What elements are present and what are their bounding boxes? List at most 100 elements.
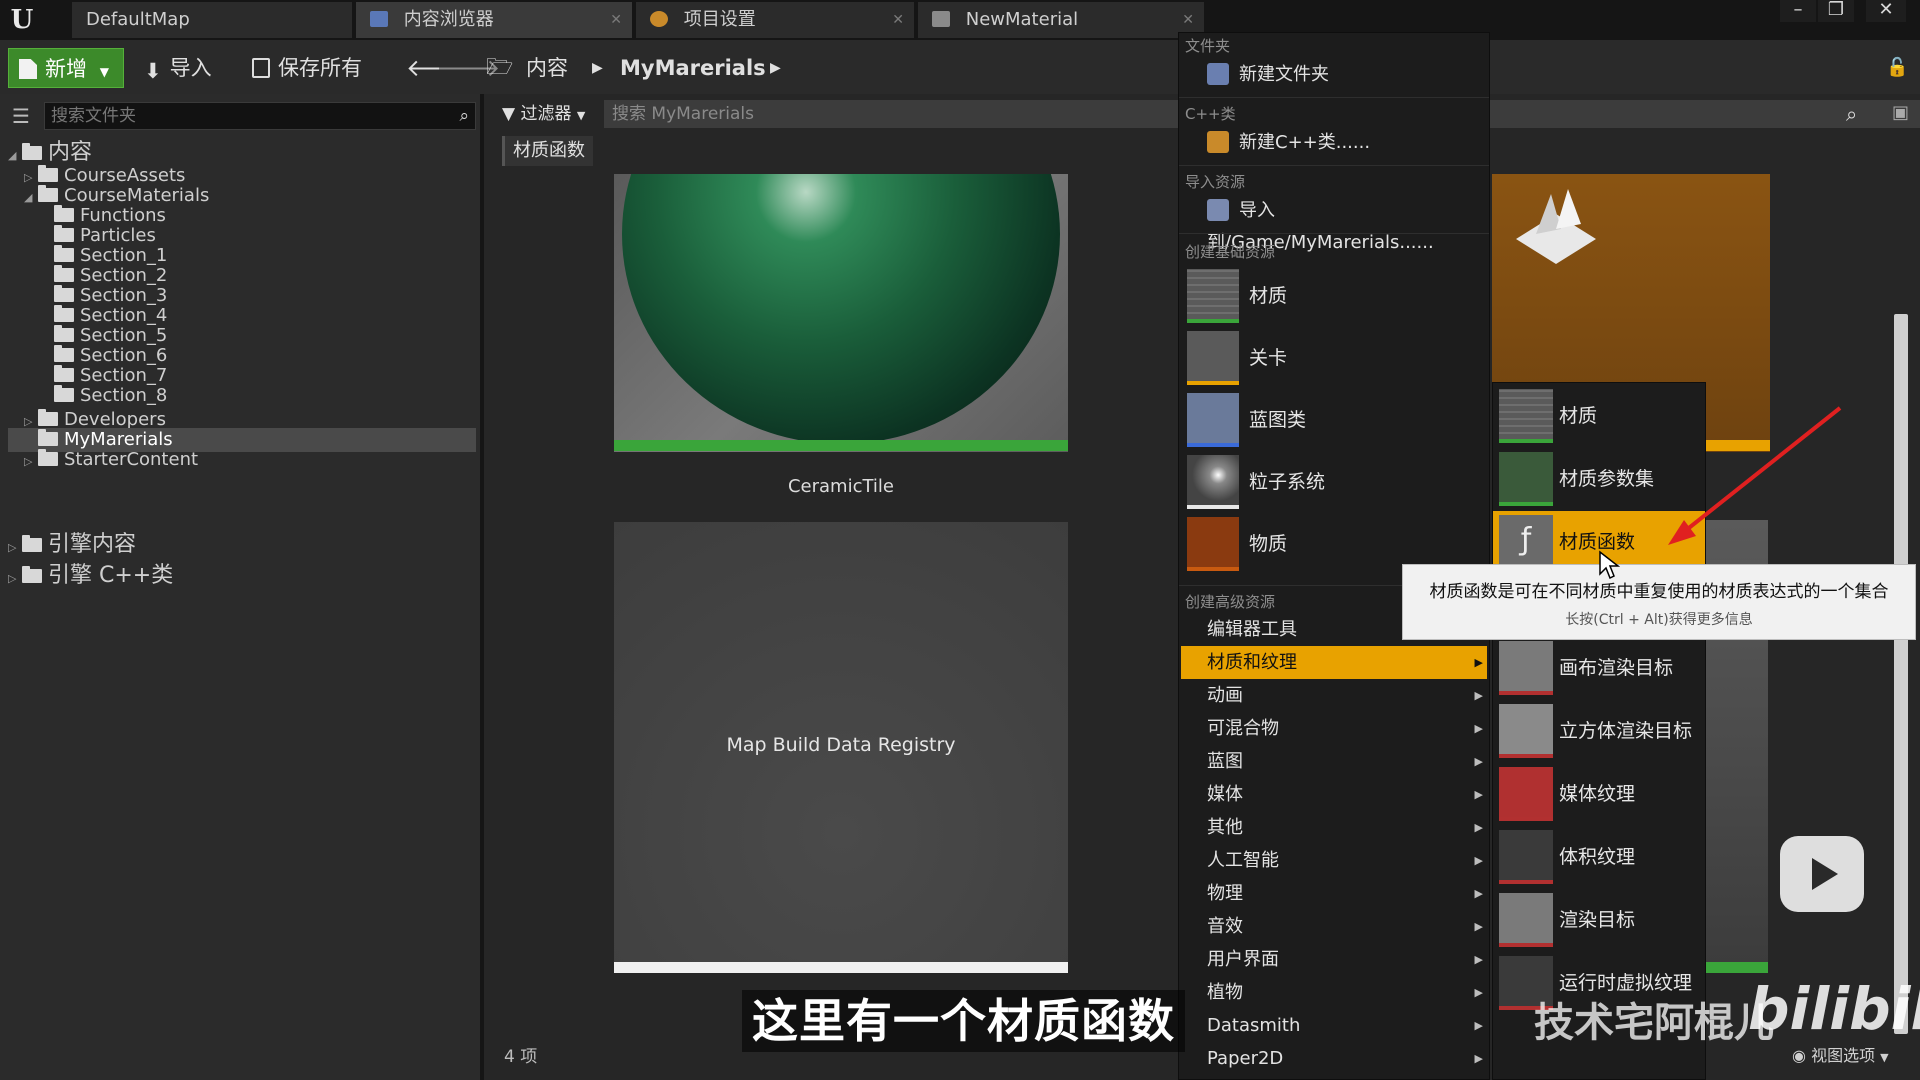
close-window-button[interactable]: ✕: [1866, 0, 1906, 22]
save-all-button[interactable]: 保存所有: [252, 48, 362, 88]
submenu-item[interactable]: 渲染目标: [1493, 889, 1705, 951]
search-icon[interactable]: ⌕: [459, 103, 469, 129]
submenu-item-label: 媒体纹理: [1559, 783, 1636, 805]
new-cpp-class-menu-item[interactable]: 新建C++类......: [1181, 127, 1487, 159]
basic-asset-material[interactable]: 材质: [1183, 265, 1487, 327]
advanced-menu-item[interactable]: 媒体 ▶: [1181, 778, 1487, 811]
advanced-menu-item[interactable]: 其他 ▶: [1181, 811, 1487, 844]
title-bar: U DefaultMap 内容浏览器 ✕ 项目设置 ✕ NewMaterial …: [0, 0, 1920, 40]
advanced-menu-item[interactable]: Paper2D ▶: [1181, 1042, 1487, 1075]
function-icon: ƒ: [1499, 515, 1553, 569]
menu-item-label: 材质和纹理: [1207, 652, 1297, 673]
folder-tree-item[interactable]: ▷ 引擎内容: [8, 530, 476, 560]
asset-thumbnail-map-build-data[interactable]: Map Build Data Registry: [614, 522, 1068, 966]
submenu-item[interactable]: 立方体渲染目标: [1493, 700, 1705, 762]
folder-tree-item[interactable]: Section_8: [8, 384, 476, 408]
advanced-menu-item[interactable]: 动画 ▶: [1181, 679, 1487, 712]
breadcrumb-separator-icon[interactable]: ▶: [770, 48, 781, 88]
add-new-button[interactable]: 新增 ▼: [8, 48, 124, 88]
advanced-menu-item[interactable]: 材质和纹理 ▶: [1181, 646, 1487, 679]
folder-label: Section_5: [80, 325, 168, 346]
breadcrumb-current-folder[interactable]: MyMarerials: [620, 48, 766, 88]
tooltip-hint: 长按(Ctrl + Alt)获得更多信息: [1565, 612, 1753, 628]
tab-new-material[interactable]: NewMaterial ✕: [918, 2, 1204, 38]
minimize-button[interactable]: –: [1780, 0, 1816, 22]
submenu-arrow-icon: ▶: [1474, 689, 1483, 702]
particle-system-icon: [1187, 455, 1239, 509]
bilibili-logo: bilibili: [1748, 975, 1920, 1043]
advanced-menu-item[interactable]: 用户界面 ▶: [1181, 943, 1487, 976]
close-icon[interactable]: ✕: [610, 2, 622, 38]
level-icon: [1187, 331, 1239, 385]
save-search-icon[interactable]: ▣: [1892, 102, 1909, 123]
materials-textures-submenu: 材质材质参数集ƒ材质函数次表面描述文件画布渲染目标立方体渲染目标媒体纹理体积纹理…: [1492, 382, 1706, 1080]
close-icon[interactable]: ✕: [892, 2, 904, 38]
material-icon: [932, 11, 950, 27]
menu-item-label: 植物: [1207, 982, 1243, 1003]
collapsed-arrow-icon[interactable]: ▷: [24, 450, 38, 474]
folder-label: Section_8: [80, 385, 168, 406]
submenu-item-label: 立方体渲染目标: [1559, 720, 1693, 742]
folder-open-icon[interactable]: 🗁: [486, 48, 513, 88]
menu-section-cpp: C++类: [1185, 105, 1236, 123]
submenu-arrow-icon: ▶: [1474, 722, 1483, 735]
view-options-button[interactable]: ◉ 视图选项 ▼: [1792, 1042, 1889, 1066]
folder-tree-item[interactable]: ▷ StarterContent: [8, 448, 476, 472]
advanced-menu-item[interactable]: 人工智能 ▶: [1181, 844, 1487, 877]
toolbar: 新增 ▼ ⬇ 导入 保存所有 🡐 🡒 🗁 内容 ▶ MyMarerials ▶ 🔓: [0, 40, 1920, 94]
asset-name[interactable]: CeramicTile: [614, 476, 1068, 497]
folder-tree-item[interactable]: ▷ 引擎 C++类: [8, 561, 476, 591]
folder-label: Section_7: [80, 365, 168, 386]
tab-content-browser[interactable]: 内容浏览器 ✕: [356, 2, 632, 38]
folder-icon: [38, 429, 58, 446]
folder-icon: [38, 409, 58, 426]
level-icon: [1516, 189, 1596, 264]
folder-label: Section_2: [80, 265, 168, 286]
breadcrumb-separator-icon[interactable]: ▶: [592, 48, 603, 88]
folder-icon: [54, 285, 74, 302]
folder-icon: [22, 143, 42, 160]
basic-asset-level[interactable]: 关卡: [1183, 327, 1487, 389]
lock-icon[interactable]: 🔓: [1886, 48, 1908, 88]
search-icon[interactable]: ⌕: [1846, 102, 1857, 126]
submenu-item[interactable]: 材质参数集: [1493, 448, 1705, 510]
menu-item-label: Datasmith: [1207, 1015, 1301, 1036]
advanced-menu-item[interactable]: 蓝图 ▶: [1181, 745, 1487, 778]
submenu-item[interactable]: 体积纹理: [1493, 826, 1705, 888]
advanced-menu-item[interactable]: 物理 ▶: [1181, 877, 1487, 910]
advanced-menu-item[interactable]: 可混合物 ▶: [1181, 712, 1487, 745]
tab-default-map[interactable]: DefaultMap: [72, 2, 352, 38]
basic-asset-particle-system[interactable]: 粒子系统: [1183, 451, 1487, 513]
submenu-arrow-icon: ▶: [1474, 788, 1483, 801]
submenu-item-label: 体积纹理: [1559, 846, 1636, 868]
filter-button[interactable]: ▼ 过滤器 ▼: [502, 100, 585, 128]
tab-project-settings[interactable]: 项目设置 ✕: [636, 2, 914, 38]
collapsed-arrow-icon[interactable]: ▷: [8, 564, 22, 594]
folder-icon: [54, 385, 74, 402]
advanced-menu-item[interactable]: 植物 ▶: [1181, 976, 1487, 1009]
collapsed-arrow-icon[interactable]: ▷: [8, 533, 22, 563]
submenu-item[interactable]: 材质: [1493, 385, 1705, 447]
advanced-menu-item[interactable]: Datasmith ▶: [1181, 1009, 1487, 1042]
submenu-item[interactable]: 媒体纹理: [1493, 763, 1705, 825]
folder-icon: [38, 165, 58, 182]
restore-button[interactable]: ❐: [1818, 0, 1854, 22]
submenu-arrow-icon: ▶: [1474, 1052, 1483, 1065]
sources-toggle-icon[interactable]: ☰: [12, 104, 30, 128]
active-filter-chip[interactable]: 材质函数: [502, 136, 593, 166]
chevron-down-icon: ▼: [576, 109, 586, 122]
import-icon: [1207, 199, 1229, 221]
video-subtitle: 这里有一个材质函数: [742, 990, 1185, 1052]
scrollbar[interactable]: [1894, 314, 1908, 1034]
submenu-item[interactable]: 画布渲染目标: [1493, 637, 1705, 699]
basic-asset-blueprint-class[interactable]: 蓝图类: [1183, 389, 1487, 451]
new-folder-menu-item[interactable]: 新建文件夹: [1181, 59, 1487, 91]
eye-icon: ◉: [1792, 1046, 1806, 1065]
folder-label: 内容: [48, 140, 93, 165]
asset-thumbnail-ceramic-tile[interactable]: [614, 174, 1068, 452]
breadcrumb-content[interactable]: 内容: [526, 48, 568, 88]
folder-search-input[interactable]: 搜索文件夹 ⌕: [44, 102, 476, 130]
advanced-menu-item[interactable]: 音效 ▶: [1181, 910, 1487, 943]
import-to-menu-item[interactable]: 导入到/Game/MyMarerials......: [1181, 195, 1487, 253]
import-button[interactable]: ⬇ 导入: [144, 48, 212, 88]
